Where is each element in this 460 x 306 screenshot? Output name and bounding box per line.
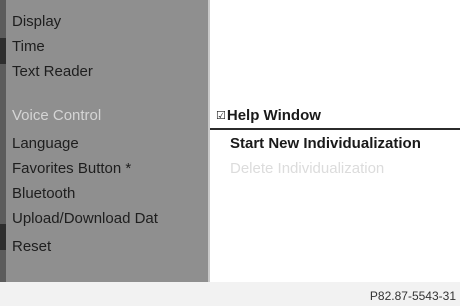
checkbox-checked-icon: ☑: [216, 110, 226, 122]
voice-control-submenu: ☑Help Window Start New Individualization…: [210, 0, 460, 282]
menu-item-favorites-button[interactable]: Favorites Button *: [12, 157, 208, 181]
settings-menu: Display Time Text Reader Voice Control L…: [0, 0, 208, 282]
submenu-item-delete-individualization: Delete Individualization: [230, 160, 385, 177]
menu-edge-marker: [0, 38, 6, 64]
submenu-item-label: Help Window: [226, 107, 321, 124]
settings-screen: Display Time Text Reader Voice Control L…: [0, 0, 460, 282]
menu-item-voice-control[interactable]: Voice Control: [12, 104, 208, 128]
menu-item-display[interactable]: Display: [12, 10, 208, 34]
menu-item-bluetooth[interactable]: Bluetooth: [12, 182, 208, 206]
menu-item-text-reader[interactable]: Text Reader: [12, 60, 208, 84]
menu-item-time[interactable]: Time: [12, 35, 208, 59]
submenu-item-start-new-individualization[interactable]: Start New Individualization: [230, 132, 421, 156]
submenu-item-help-window[interactable]: ☑Help Window: [216, 104, 321, 128]
menu-item-reset[interactable]: Reset: [12, 235, 208, 259]
figure-code-label: P82.87-5543-31: [369, 289, 456, 303]
menu-item-language[interactable]: Language: [12, 132, 208, 156]
menu-edge-marker: [0, 224, 6, 250]
menu-item-upload-download[interactable]: Upload/Download Dat: [12, 207, 208, 231]
